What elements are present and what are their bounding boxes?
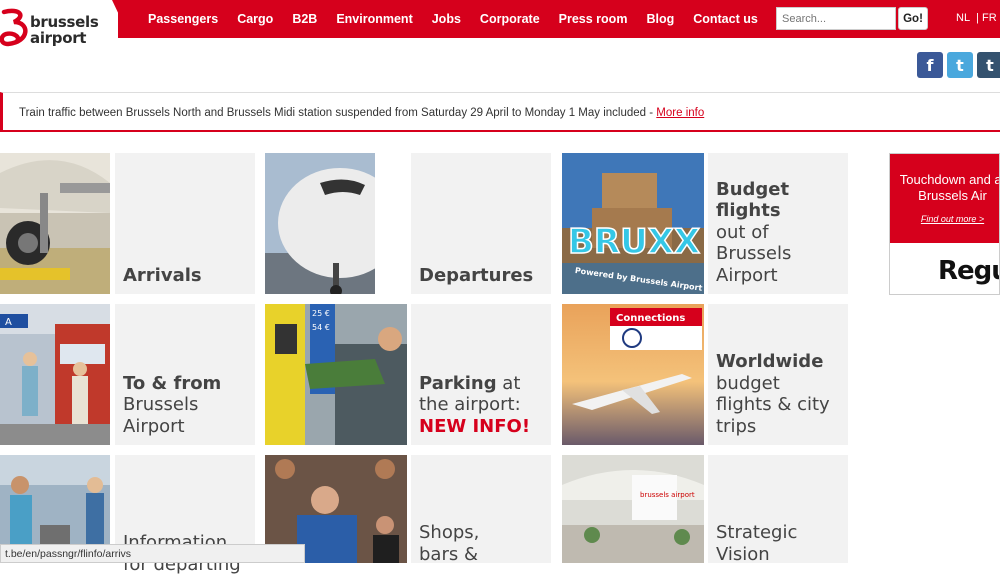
lang-nl-link[interactable]: NL <box>956 12 970 24</box>
train-platform-image: A <box>0 304 110 445</box>
worldwide-rest: budget flights & city trips <box>716 372 830 437</box>
social-links: f t t <box>917 52 1000 78</box>
top-header: brussels airport Passengers Cargo B2B En… <box>0 0 1000 47</box>
arrivals-label: Arrivals <box>123 265 202 287</box>
to-from-label: To & from Brussels Airport <box>123 373 221 438</box>
logo-line-airport: airport <box>30 29 87 47</box>
alert-message: Train traffic between Brussels North and… <box>19 107 657 119</box>
connections-image[interactable]: Connections <box>562 304 704 445</box>
strategic-vision-label: Strategic Vision <box>716 522 816 565</box>
alert-banner: Train traffic between Brussels North and… <box>0 92 1000 132</box>
budget-flights-label: Budget flights out of Brussels Airport <box>716 179 826 287</box>
budget-flights-rest: out of Brussels Airport <box>716 221 792 286</box>
lang-fr-link[interactable]: | FR <box>976 12 997 24</box>
to-from-bold: To & from <box>123 372 222 394</box>
parking-bold: Parking <box>419 372 497 394</box>
shops-tile[interactable]: Shops, bars & <box>411 455 551 565</box>
nav-b2b[interactable]: B2B <box>292 12 317 26</box>
to-from-tile[interactable]: To & from Brussels Airport <box>115 304 255 445</box>
parking-new-info: NEW INFO! <box>419 415 531 437</box>
nav-corporate[interactable]: Corporate <box>480 12 540 26</box>
strategic-vision-image[interactable]: brussels airport <box>562 455 704 563</box>
logo-b-icon <box>0 8 28 47</box>
tumblr-icon[interactable]: t <box>977 52 1000 78</box>
ad-title: Touchdown and at Brussels Air <box>899 172 1000 203</box>
strategic-vision-tile[interactable]: Strategic Vision <box>708 455 848 565</box>
parking-machine-image: 25 € 54 € <box>265 304 407 445</box>
worldwide-label: Worldwide budget flights & city trips <box>716 351 841 437</box>
price-25: 25 € <box>312 309 330 318</box>
worldwide-bold: Worldwide <box>716 351 824 372</box>
regus-ad[interactable]: Touchdown and at Brussels Air Find out m… <box>889 153 1000 295</box>
terminal-render-image: brussels airport <box>562 455 704 563</box>
nav-jobs[interactable]: Jobs <box>432 12 461 26</box>
platform-sign: A <box>5 317 12 328</box>
brussels-airport-logo[interactable]: brussels airport <box>0 8 110 48</box>
arrivals-tile[interactable]: Arrivals <box>115 153 255 294</box>
facebook-icon[interactable]: f <box>917 52 943 78</box>
to-from-image[interactable]: A <box>0 304 110 445</box>
search-go-button[interactable]: Go! <box>898 7 928 30</box>
alhambra-bruxx-image: BRUXX Powered by Brussels Airport <box>562 153 704 294</box>
parking-image[interactable]: 25 € 54 € <box>265 304 407 445</box>
logo-line-brussels: brussels <box>30 13 99 31</box>
nav-passengers[interactable]: Passengers <box>148 12 218 26</box>
sunset-plane-image: Connections <box>562 304 704 445</box>
browser-status-url: t.be/en/passngr/flinfo/arrivs <box>0 544 305 563</box>
screen-logo: brussels airport <box>640 491 695 499</box>
bruxx-image[interactable]: BRUXX Powered by Brussels Airport <box>562 153 704 294</box>
alert-text: Train traffic between Brussels North and… <box>19 107 704 119</box>
connections-badge: Connections <box>616 313 685 324</box>
budget-flights-bold: Budget flights <box>716 178 790 222</box>
arrivals-label-text: Arrivals <box>123 264 202 286</box>
strategic-vision-text: Strategic Vision <box>716 522 798 565</box>
logo-text: brussels airport <box>30 14 99 46</box>
header-red-notch <box>112 0 130 38</box>
aircraft-landing-gear-image <box>0 153 110 294</box>
ad-find-out-more-link[interactable]: Find out more > <box>890 214 999 224</box>
nav-environment[interactable]: Environment <box>336 12 412 26</box>
to-from-rest: Brussels Airport <box>123 394 199 437</box>
price-54: 54 € <box>312 323 330 332</box>
departures-image[interactable] <box>265 153 375 294</box>
language-switcher: NL | FR <box>956 12 1000 24</box>
departures-label: Departures <box>419 265 533 287</box>
parking-tile[interactable]: Parking at the airport: NEW INFO! <box>411 304 551 445</box>
departures-tile[interactable]: Departures <box>411 153 551 294</box>
budget-flights-tile[interactable]: Budget flights out of Brussels Airport <box>708 153 848 294</box>
alert-more-info-link[interactable]: More info <box>656 107 704 119</box>
nav-press-room[interactable]: Press room <box>559 12 628 26</box>
main-nav: Passengers Cargo B2B Environment Jobs Co… <box>148 0 758 38</box>
departures-label-text: Departures <box>419 264 534 286</box>
twitter-icon[interactable]: t <box>947 52 973 78</box>
nav-blog[interactable]: Blog <box>646 12 674 26</box>
ad-red-panel: Touchdown and at Brussels Air Find out m… <box>890 154 1000 243</box>
shops-label: Shops, bars & <box>419 522 499 565</box>
arrivals-image[interactable] <box>0 153 110 294</box>
parking-label: Parking at the airport: NEW INFO! <box>419 373 544 438</box>
search-input[interactable] <box>776 7 896 30</box>
worldwide-tile[interactable]: Worldwide budget flights & city trips <box>708 304 848 445</box>
regus-logo: Regus <box>938 256 999 286</box>
nav-contact-us[interactable]: Contact us <box>693 12 758 26</box>
shops-text: Shops, bars & <box>419 522 480 565</box>
bruxx-logo: BRUXX <box>568 222 700 262</box>
nav-cargo[interactable]: Cargo <box>237 12 273 26</box>
aircraft-nose-image <box>265 153 375 294</box>
